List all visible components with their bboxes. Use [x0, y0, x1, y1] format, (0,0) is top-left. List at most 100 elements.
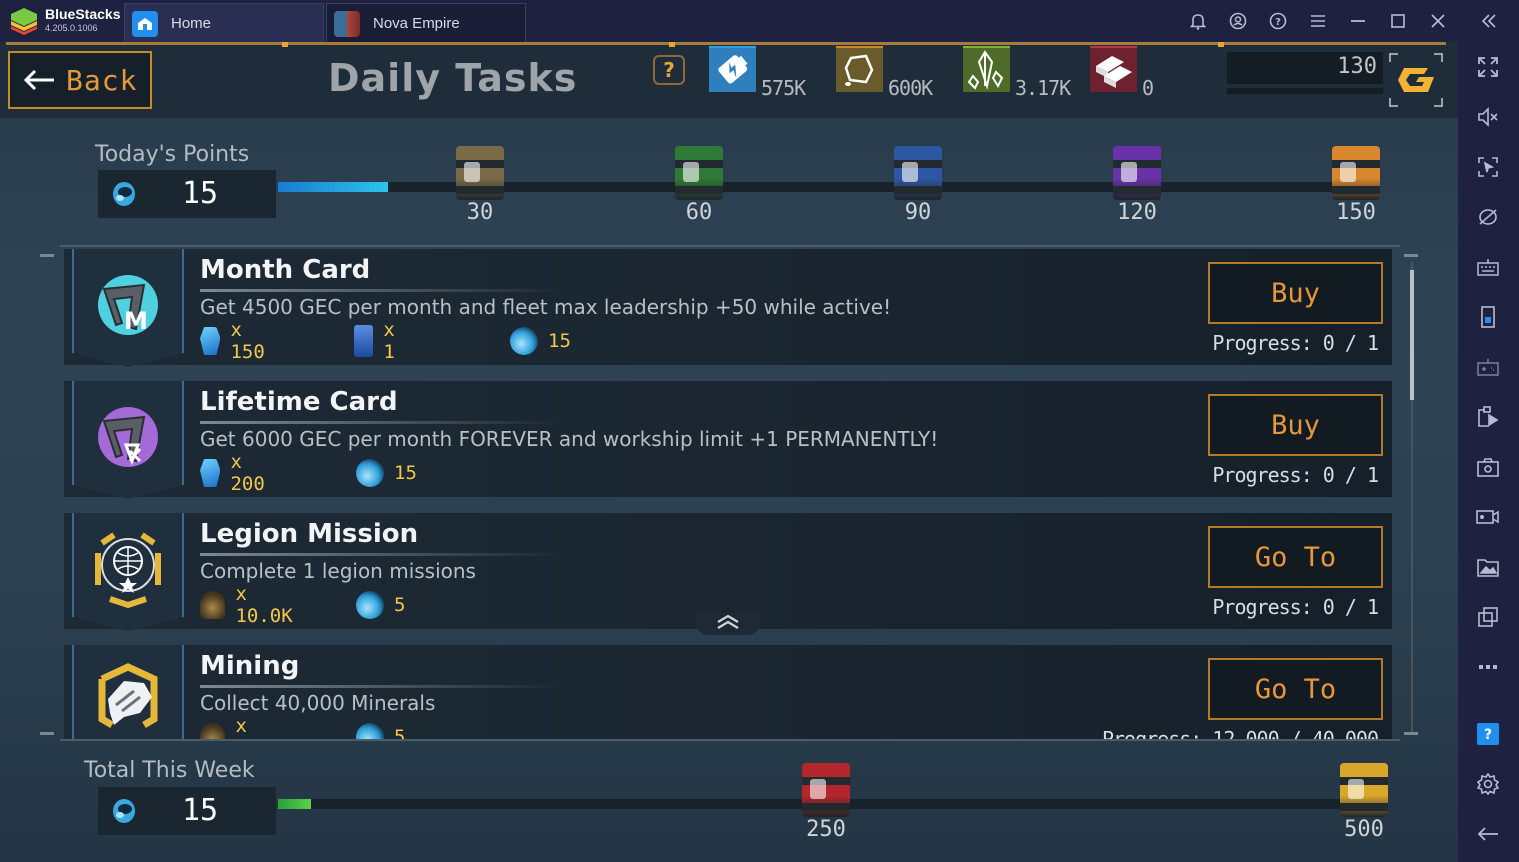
activity-orb-icon	[356, 591, 384, 619]
todays-progress-fill	[278, 182, 389, 192]
week-progress-fill	[278, 799, 311, 809]
reward-gec: x 200	[200, 451, 272, 495]
close-icon[interactable]	[1418, 0, 1458, 42]
gec-value: 130	[1337, 54, 1377, 79]
daily-milestone-label: 150	[1336, 200, 1376, 225]
todays-points-value: 15	[182, 176, 219, 211]
todays-progress-bar	[278, 182, 1380, 192]
help-icon[interactable]: ?	[1473, 719, 1503, 749]
task-lifetime-card: Lifetime Card Get 6000 GEC per month FOR…	[64, 381, 1392, 499]
task-list: M Month Card Get 4500 GEC per month and …	[64, 249, 1392, 739]
help-button[interactable]: ?	[653, 55, 685, 85]
month-card-badge-icon: M	[72, 249, 184, 367]
home-icon	[132, 11, 158, 37]
weekly-milestone-chest-icon[interactable]	[1336, 757, 1392, 817]
install-apk-icon[interactable]	[1473, 402, 1503, 432]
portrait-icon[interactable]	[1473, 302, 1503, 332]
mineral-rock-icon	[836, 46, 883, 92]
reward-activity-points: 15	[510, 327, 571, 355]
task-progress: Progress: 0 / 1	[1212, 331, 1379, 355]
bluestacks-logo-icon	[11, 8, 37, 35]
screenshot-icon[interactable]	[1473, 452, 1503, 482]
daily-milestone-label: 60	[685, 200, 713, 225]
daily-milestone-chest-icon[interactable]	[671, 140, 727, 200]
reward-minerals: x 10.0K	[200, 583, 299, 627]
go-to-button[interactable]: Go To	[1208, 658, 1383, 720]
alloy-bars-icon	[1090, 46, 1137, 92]
activity-orb-icon	[510, 327, 538, 355]
record-icon[interactable]	[1473, 502, 1503, 532]
collapse-sidebar-icon[interactable]	[1458, 0, 1519, 42]
emulator-brand: BlueStacks	[45, 6, 121, 22]
fullscreen-icon[interactable]	[1473, 52, 1503, 82]
gec-balance: 130	[1227, 52, 1383, 84]
weekly-milestone-label: 250	[806, 817, 846, 842]
task-progress: Progress: 0 / 1	[1212, 595, 1379, 619]
reward-chest: x 1	[354, 319, 405, 363]
reward-minerals: x 3.00K	[200, 715, 299, 739]
pointer-lock-icon[interactable]	[1473, 152, 1503, 182]
back-button[interactable]: Back	[8, 51, 152, 109]
task-list-scroll-thumb[interactable]	[1410, 270, 1414, 400]
gamepad-icon[interactable]	[1473, 352, 1503, 382]
svg-text:?: ?	[1275, 17, 1281, 28]
game-viewport: Back Daily Tasks ? 575K 600K 3.17K 0 130…	[0, 42, 1458, 862]
top-bar: Back Daily Tasks ? 575K 600K 3.17K 0 130	[0, 42, 1458, 118]
reward-gec: x 150	[200, 319, 272, 363]
collapse-list-button[interactable]	[696, 613, 760, 635]
daily-milestone-label: 120	[1117, 200, 1157, 225]
tab-nova-empire-label: Nova Empire	[373, 15, 460, 32]
more-icon[interactable]	[1473, 652, 1503, 682]
daily-milestone-chest-icon[interactable]	[1328, 140, 1384, 200]
eco-mode-icon[interactable]	[1473, 202, 1503, 232]
tab-home[interactable]: Home	[124, 3, 324, 42]
gec-bar	[1227, 88, 1383, 94]
minimize-icon[interactable]	[1338, 0, 1378, 42]
back-icon[interactable]	[1473, 819, 1503, 849]
task-title: Month Card	[200, 255, 371, 285]
multi-instance-icon[interactable]	[1473, 602, 1503, 632]
emulator-titlebar: BlueStacks 4.205.0.1006 Home Nova Empire…	[0, 0, 1519, 42]
svg-text:M: M	[124, 307, 148, 335]
svg-text:?: ?	[1484, 727, 1492, 743]
todays-points-label: Today's Points	[95, 142, 250, 167]
top-accent-line	[6, 42, 1446, 47]
todays-points-box: 15	[98, 170, 276, 218]
list-frame-top	[60, 245, 1400, 247]
daily-milestone-chest-icon[interactable]	[1109, 140, 1165, 200]
go-to-button[interactable]: Go To	[1208, 526, 1383, 588]
weekly-milestone-label: 500	[1344, 817, 1384, 842]
task-description: Collect 40,000 Minerals	[200, 691, 436, 715]
bell-icon[interactable]	[1178, 0, 1218, 42]
task-description: Complete 1 legion missions	[200, 559, 476, 583]
lifetime-card-badge-icon	[72, 381, 184, 499]
reward-activity-points: 5	[356, 591, 405, 619]
weekly-milestone-chest-icon[interactable]	[798, 757, 854, 817]
week-points-box: 15	[98, 787, 276, 835]
account-icon[interactable]	[1218, 0, 1258, 42]
buy-button[interactable]: Buy	[1208, 262, 1383, 324]
daily-milestone-chest-icon[interactable]	[890, 140, 946, 200]
task-title: Mining	[200, 651, 300, 681]
task-progress: Progress: 12,000 / 40,000	[1101, 727, 1379, 739]
emulator-sidebar: ?	[1458, 42, 1519, 862]
daily-milestone-chest-icon[interactable]	[452, 140, 508, 200]
maximize-icon[interactable]	[1378, 0, 1418, 42]
menu-icon[interactable]	[1298, 0, 1338, 42]
media-folder-icon[interactable]	[1473, 552, 1503, 582]
activity-orb-icon	[356, 459, 384, 487]
task-progress: Progress: 0 / 1	[1212, 463, 1379, 487]
help-icon[interactable]: ?	[1258, 0, 1298, 42]
mining-drill-badge-icon	[72, 645, 184, 739]
mineral-ore-icon	[200, 591, 226, 619]
keyboard-icon[interactable]	[1473, 252, 1503, 282]
crystal-icon	[963, 46, 1010, 92]
settings-icon[interactable]	[1473, 769, 1503, 799]
gec-currency-icon[interactable]	[1388, 52, 1444, 108]
buy-button[interactable]: Buy	[1208, 394, 1383, 456]
mute-icon[interactable]	[1473, 102, 1503, 132]
week-points-value: 15	[182, 793, 219, 828]
tab-nova-empire[interactable]: Nova Empire	[326, 3, 526, 42]
activity-orb-icon	[356, 723, 384, 739]
double-chevron-up-icon	[717, 614, 739, 629]
